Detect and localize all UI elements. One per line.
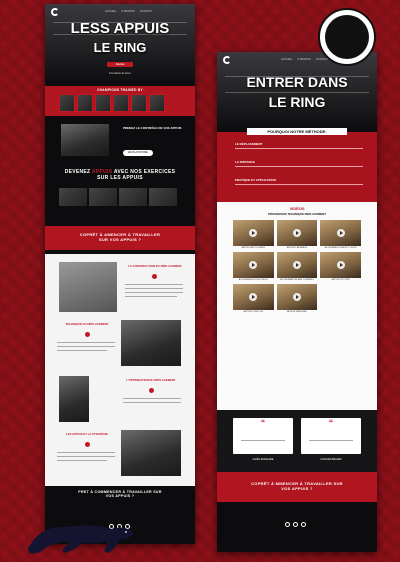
videos-section: VIDÉOS PROGRESSIS TECHNIQUE DEPLACEMENT … <box>217 202 377 410</box>
champions-band: CHAMPIONS TRAINED BY <box>45 86 195 116</box>
hero-cta-button[interactable]: Accès <box>107 62 133 67</box>
boxer-photo-1 <box>59 262 117 312</box>
instagram-icon[interactable] <box>285 522 290 527</box>
hero-title-line1: ENTRER DANS <box>246 74 348 90</box>
video-card[interactable]: APPUIS FINALISÉS <box>276 284 318 313</box>
play-icon[interactable] <box>292 229 301 237</box>
exercises-title: DEVENEZ APPUIS AVEC NOS EXERCICES SUR LE… <box>64 169 176 181</box>
videos-grid: APPUIS RECTILIGNES APPUIS LATÉRAUX ACCÉLÉR… <box>233 220 361 313</box>
logo-icon <box>51 8 59 16</box>
video-thumb[interactable] <box>233 284 274 310</box>
play-icon[interactable] <box>336 261 345 269</box>
video-card[interactable]: ACCÉLÉRATION AVEC POINTE <box>320 220 361 249</box>
section4-title: LES APPUIS ET LA STRATÉGIE <box>66 432 108 436</box>
video-card[interactable]: APPUIS CONCLUS <box>233 284 274 313</box>
cta-bottom: COPRÊT À MMENCER À TRAVAILLER SUR VOS AP… <box>251 481 343 491</box>
video-thumb[interactable] <box>276 252 318 278</box>
top-nav[interactable]: ACCUEIL À PROPOS CONTACT <box>105 10 152 13</box>
video-card[interactable]: APPUIS PIVOTÉS <box>320 252 361 281</box>
hero-section: ACCUEIL À PROPOS CONTACT LESS APPUIS LE RI… <box>45 4 195 86</box>
play-icon[interactable] <box>292 261 301 269</box>
program-video-thumb[interactable] <box>61 124 109 156</box>
video-thumb[interactable] <box>233 220 274 246</box>
video-caption: ACCÉLÉRATION DES PIEDS <box>238 279 268 281</box>
testimonial-name-2: HUGUES BELIER <box>320 458 342 461</box>
exercise-thumbs <box>59 188 177 206</box>
hero-subtitle: Formation de boxe <box>109 72 131 75</box>
video-thumb[interactable] <box>276 284 318 310</box>
play-icon[interactable] <box>336 229 345 237</box>
video-caption: APPUIS RECTILIGNES <box>241 247 265 249</box>
play-icon[interactable] <box>249 229 258 237</box>
videos-subtitle: PROGRESSIS TECHNIQUE DEPLACEMENT <box>268 212 326 216</box>
video-thumb[interactable] <box>320 252 361 278</box>
video-caption: APPUIS FINALISÉS <box>287 311 307 313</box>
video-caption: ACCÉLÉRATION BAS CORNERS <box>280 279 314 281</box>
testimonial-card: “ <box>301 418 361 454</box>
play-icon[interactable] <box>249 261 258 269</box>
boxer-photo-3 <box>59 376 89 422</box>
video-card[interactable]: APPUIS RECTILIGNES <box>233 220 274 249</box>
play-icon[interactable] <box>292 293 301 301</box>
program-text: PRENEZ LE CONTRÔLE DE VOS APPUIS <box>123 126 182 130</box>
champion-thumbs <box>59 94 165 112</box>
footer <box>217 502 377 552</box>
section1-title: LA CONSTRUCTION DU DÉPLACEMENT <box>128 264 182 268</box>
playstore-button[interactable]: EN PLAYSTORE <box>123 150 153 156</box>
ready-title: COPRÊT À AMENCER À TRAVAILLER SUR VOS AP… <box>79 232 161 242</box>
champions-title: CHAMPIONS TRAINED BY <box>97 88 143 92</box>
video-caption: APPUIS PIVOTÉS <box>331 279 350 281</box>
method-item-2: LA DISTANCE <box>235 160 255 164</box>
video-thumb[interactable] <box>320 220 361 246</box>
video-caption: APPUIS CONCLUS <box>243 311 263 313</box>
cta-band: COPRÊT À MMENCER À TRAVAILLER SUR VOS AP… <box>217 472 377 502</box>
number-badge <box>85 332 90 337</box>
testimonials-section: “ “ CHIËL ENGHAEE HUGUES BELIER <box>217 410 377 472</box>
boxer-photo-4 <box>121 430 181 476</box>
testimonial-name-1: CHIËL ENGHAEE <box>252 458 274 461</box>
video-card[interactable]: ACCÉLÉRATION DES PIEDS <box>233 252 274 281</box>
hero-title-line2: LE RING <box>93 40 147 55</box>
boxer-photo-2 <box>121 320 181 366</box>
quote-icon: “ <box>328 418 334 428</box>
method-section: POURQUOI NOTRE MÉTHODE: LE DÉPLACEMENT L… <box>217 128 377 202</box>
testimonial-card: “ <box>233 418 293 454</box>
video-caption: APPUIS LATÉRAUX <box>286 247 307 249</box>
cta-bottom: PRET À COMMENCER À TRAVAILLER SUR VOS AP… <box>78 490 162 498</box>
page-mockup-left: ACCUEIL À PROPOS CONTACT LESS APPUIS LE RI… <box>45 4 195 544</box>
logo-icon <box>223 56 231 64</box>
top-nav[interactable]: ACCUEIL À PROPOS CONTACT <box>281 58 328 61</box>
number-badge <box>149 388 154 393</box>
video-card[interactable]: APPUIS LATÉRAUX <box>276 220 318 249</box>
video-thumb[interactable] <box>233 252 274 278</box>
page-mockup-right: ACCUEIL À PROPOS CONTACT ENTRER DANS LE RI… <box>217 52 377 552</box>
facebook-icon[interactable] <box>293 522 298 527</box>
youtube-icon[interactable] <box>301 522 306 527</box>
hero-title-line1: LESS APPUIS <box>70 20 170 37</box>
video-card[interactable]: ACCÉLÉRATION BAS CORNERS <box>276 252 318 281</box>
number-badge <box>85 442 90 447</box>
method-item-1: LE DÉPLACEMENT <box>235 142 263 146</box>
videos-title: VIDÉOS <box>289 206 305 211</box>
content-white-section: LA CONSTRUCTION DU DÉPLACEMENT TECHNIQUE… <box>45 254 195 486</box>
panther-icon <box>28 525 134 554</box>
ready-band: COPRÊT À AMENCER À TRAVAILLER SUR VOS AP… <box>45 226 195 250</box>
hero-title-line2: LE RING <box>268 94 326 110</box>
section3-title: L'OPTIMISATION DU DÉPLACEMENT <box>126 378 176 382</box>
quote-icon: “ <box>260 418 266 428</box>
play-icon[interactable] <box>249 293 258 301</box>
method-item-3: PRATIQUE ET APPLICATION <box>235 178 276 182</box>
section2-title: TECHNIQUE DU DÉPLACEMENT <box>65 322 109 326</box>
number-badge <box>152 274 157 279</box>
video-thumb[interactable] <box>276 220 318 246</box>
brand-stamp-logo <box>318 8 376 66</box>
video-caption: ACCÉLÉRATION AVEC POINTE <box>324 247 357 249</box>
method-title: POURQUOI NOTRE MÉTHODE: <box>247 128 347 135</box>
